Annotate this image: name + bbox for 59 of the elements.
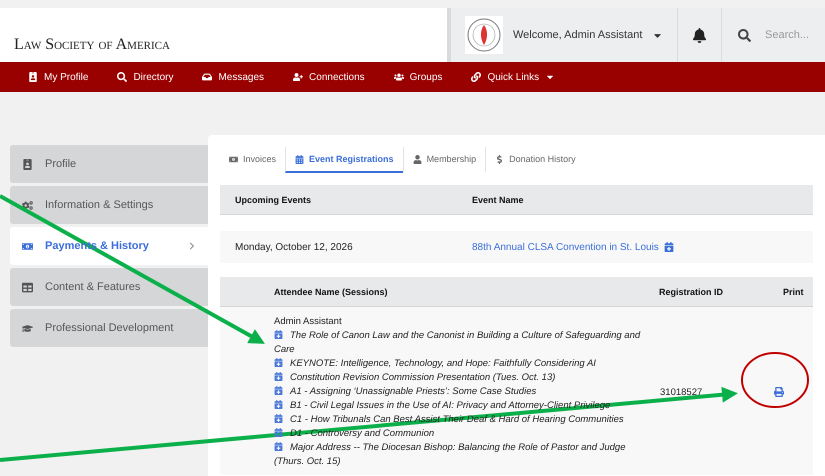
chevron-icon bbox=[188, 242, 196, 250]
print-icon[interactable] bbox=[772, 385, 786, 399]
nav-link[interactable]: Directory bbox=[117, 72, 174, 82]
event-link[interactable]: 88th Annual CLSA Convention in St. Louis bbox=[472, 242, 813, 252]
sidebar-icon bbox=[22, 282, 33, 292]
nav-icon bbox=[293, 72, 304, 82]
add-to-calendar-icon[interactable] bbox=[664, 242, 674, 252]
tab[interactable]: Donation History bbox=[485, 147, 585, 173]
nav-link[interactable]: Groups bbox=[394, 72, 442, 82]
nav-icon bbox=[117, 72, 128, 82]
tab-icon bbox=[495, 154, 504, 164]
calendar-icon[interactable] bbox=[274, 386, 283, 395]
sidebar-icon bbox=[22, 200, 33, 210]
session-title: The Role of Canon Law and the Canonist in Building a Culture of Safeguarding and Care bbox=[274, 329, 642, 357]
sidebar-item[interactable]: Professional Development bbox=[10, 309, 208, 347]
sidebar-item[interactable]: Information & Settings bbox=[10, 186, 208, 224]
session-title: Constitution Revision Commission Presentation (Tues. Oct. 13) bbox=[274, 371, 646, 385]
attendee-name: Admin Assistant bbox=[274, 315, 343, 329]
calendar-icon[interactable] bbox=[274, 428, 283, 437]
search-field[interactable]: Search... bbox=[763, 28, 825, 42]
nav-link[interactable]: My Profile bbox=[28, 72, 88, 82]
sidebar-icon bbox=[22, 158, 33, 170]
site-title: Law Society of America bbox=[13, 35, 171, 55]
table-cell-text: Monday, October 12, 2026 bbox=[235, 242, 354, 252]
nav-link[interactable]: Connections bbox=[293, 72, 365, 82]
column-header: Event Name bbox=[472, 194, 525, 204]
session-title: A1 - Assigning ‘Unassignable Priests’: Some Case Studies bbox=[274, 385, 646, 399]
tab[interactable]: Event Registrations bbox=[285, 147, 403, 173]
calendar-icon[interactable] bbox=[274, 358, 283, 367]
sidebar-icon bbox=[22, 240, 33, 252]
calendar-icon[interactable] bbox=[274, 372, 283, 381]
search-icon[interactable] bbox=[738, 28, 751, 42]
calendar-icon[interactable] bbox=[274, 414, 283, 423]
column-header: Print bbox=[783, 286, 805, 296]
calendar-icon[interactable] bbox=[274, 442, 283, 451]
session-title: Major Address -- The Diocesan Bishop: Balancing the Role of Pastor and Judge (Thurs. Oct. 15) bbox=[274, 441, 626, 469]
column-header: Upcoming Events bbox=[235, 194, 312, 204]
tab[interactable]: Invoices bbox=[220, 147, 286, 173]
registration-id: 31018527 bbox=[660, 386, 704, 398]
nav-icon bbox=[28, 72, 38, 82]
nav-icon bbox=[471, 72, 482, 82]
column-header: Attendee Name (Sessions) bbox=[274, 286, 389, 296]
sidebar-item[interactable]: Profile bbox=[10, 145, 208, 183]
annotation-circle bbox=[741, 352, 809, 408]
calendar-icon[interactable] bbox=[274, 400, 283, 409]
session-title: KEYNOTE: Intelligence, Technology, and Hope: Faithfully Considering AI bbox=[274, 357, 646, 371]
sidebar-item[interactable]: Content & Features bbox=[10, 268, 208, 306]
tab-icon bbox=[412, 154, 422, 164]
calendar-icon[interactable] bbox=[274, 330, 283, 339]
column-header: Registration ID bbox=[659, 286, 724, 296]
tab-icon bbox=[295, 154, 304, 164]
tab[interactable]: Membership bbox=[402, 147, 486, 173]
nav-link[interactable]: Messages bbox=[202, 72, 264, 82]
nav-icon bbox=[202, 72, 212, 82]
nav-icon bbox=[394, 72, 404, 82]
seal-logo-icon bbox=[465, 16, 503, 54]
tab-icon bbox=[229, 154, 238, 164]
sidebar-icon bbox=[22, 322, 33, 334]
nav-link[interactable]: Quick Links bbox=[471, 72, 556, 82]
